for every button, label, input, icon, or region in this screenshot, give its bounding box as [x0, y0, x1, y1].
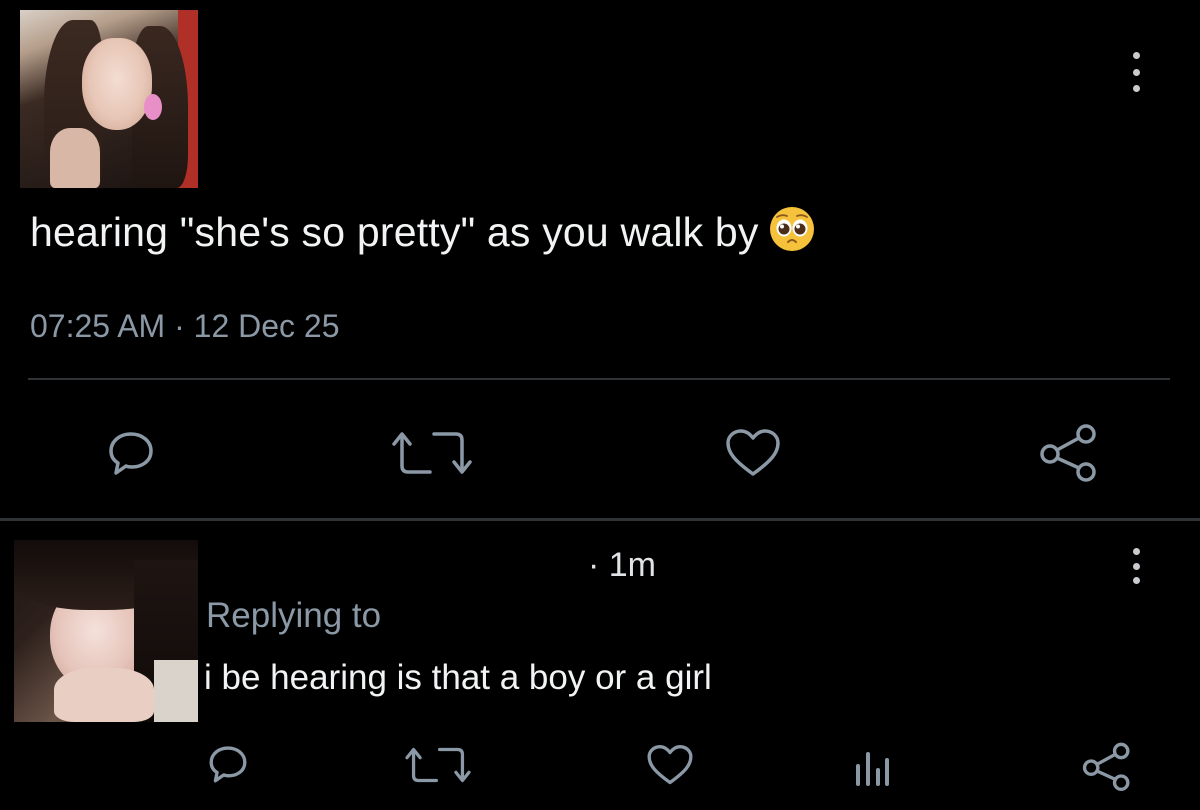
reply-time: · 1m	[588, 546, 656, 584]
reply-more-options-icon[interactable]	[1128, 548, 1144, 584]
avatar[interactable]	[20, 10, 198, 188]
retweet-icon[interactable]	[398, 742, 478, 788]
tweet-thread-screen: hearing "she's so pretty" as you walk by…	[0, 0, 1200, 810]
reply-icon[interactable]	[104, 426, 158, 480]
reply-actions	[0, 738, 1200, 798]
replying-to-label: Replying to	[206, 596, 382, 635]
like-icon[interactable]	[644, 742, 696, 788]
main-tweet: hearing "she's so pretty" as you walk by…	[0, 0, 1200, 520]
reply-text: i be hearing is that a boy or a girl	[204, 658, 712, 697]
tweet-actions	[0, 410, 1200, 490]
analytics-icon[interactable]	[852, 742, 892, 788]
thread-divider	[0, 518, 1200, 521]
tweet-text-content: hearing "she's so pretty" as you walk by	[30, 209, 759, 255]
timestamp: 07:25 AM · 12 Dec 25	[30, 308, 340, 344]
divider	[28, 378, 1170, 380]
more-options-icon[interactable]	[1128, 52, 1144, 92]
tweet-text: hearing "she's so pretty" as you walk by	[30, 206, 815, 256]
share-icon[interactable]	[1038, 422, 1100, 482]
share-icon[interactable]	[1080, 740, 1134, 792]
reply-avatar[interactable]	[14, 540, 198, 722]
retweet-icon[interactable]	[384, 424, 480, 482]
like-icon[interactable]	[722, 426, 784, 480]
reply-icon[interactable]	[206, 742, 250, 786]
pleading-face-emoji	[769, 207, 814, 251]
